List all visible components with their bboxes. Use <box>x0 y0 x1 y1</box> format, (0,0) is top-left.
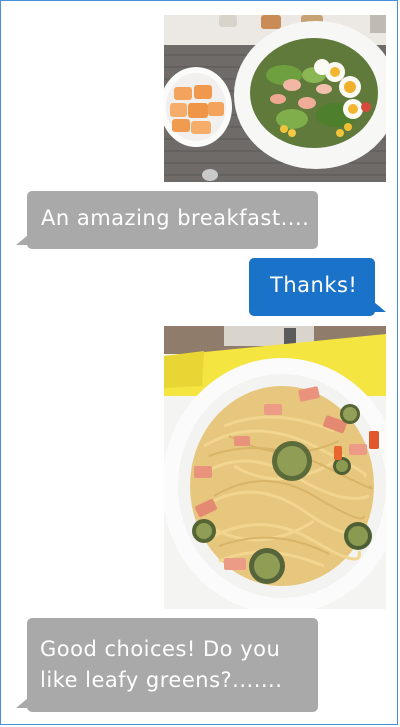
message-text: An amazing breakfast.... <box>41 206 310 230</box>
spaghetti-photo[interactable] <box>164 326 386 609</box>
chat-window: An amazing breakfast.... Thanks! Good ch… <box>0 0 398 725</box>
outgoing-message-bubble[interactable]: Thanks! <box>249 258 386 316</box>
message-text-line-1: Good choices! Do you <box>40 637 281 661</box>
salad-breakfast-photo[interactable] <box>164 15 386 182</box>
bubble-tail <box>16 698 28 708</box>
message-text-line-2: like leafy greens?....... <box>40 668 283 692</box>
salad-illustration <box>164 15 386 182</box>
message-text: Thanks! <box>270 273 358 297</box>
incoming-message-bubble[interactable]: An amazing breakfast.... <box>16 191 318 249</box>
incoming-message-bubble[interactable]: Good choices! Do you like leafy greens?.… <box>16 618 318 712</box>
bubble-tail <box>16 235 28 245</box>
bubble-tail <box>374 302 386 312</box>
spaghetti-illustration <box>164 326 386 609</box>
